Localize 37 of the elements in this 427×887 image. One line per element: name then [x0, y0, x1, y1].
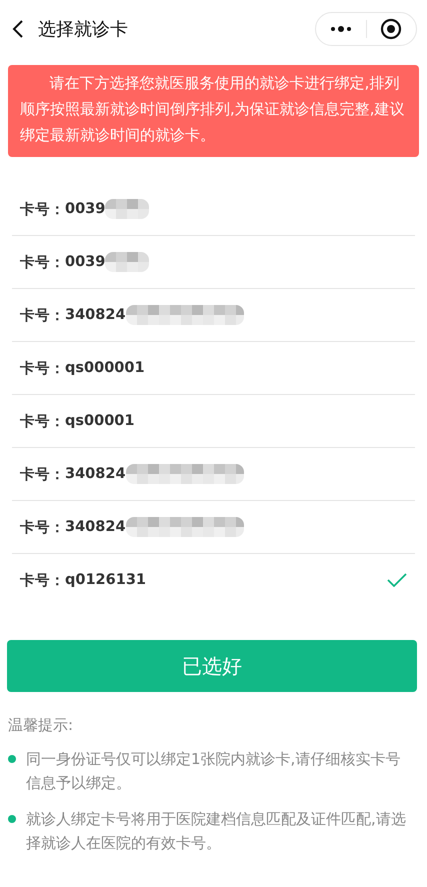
card-row[interactable]: 卡号：340824	[12, 448, 415, 501]
card-number: qs000001	[65, 360, 145, 376]
card-label: 卡号：	[20, 572, 65, 590]
tips-title: 温馨提示:	[8, 716, 74, 735]
notice-banner: 请在下方选择您就医服务使用的就诊卡进行绑定,排列顺序按照最新就诊时间倒序排列,为保证就诊信息完整,建议绑定最新就诊时间的就诊卡。	[8, 65, 419, 157]
tip-text: 同一身份证号仅可以绑定1张院内就诊卡,请仔细核实卡号信息予以绑定。	[26, 749, 402, 794]
card-row[interactable]: 卡号：340824	[12, 289, 415, 342]
blurred-mask	[105, 199, 150, 219]
card-row[interactable]: 卡号：0039	[12, 236, 415, 289]
card-label: 卡号：	[20, 518, 65, 536]
card-label: 卡号：	[20, 306, 65, 324]
card-row[interactable]: 卡号：0039	[12, 183, 415, 236]
card-number: 0039	[65, 254, 106, 270]
check-icon	[387, 573, 407, 587]
card-row[interactable]: 卡号：qs00001	[12, 395, 415, 448]
more-icon	[330, 26, 352, 32]
card-number: 340824	[65, 519, 126, 535]
card-number: q0126131	[65, 572, 146, 588]
card-row[interactable]: 卡号：340824	[12, 501, 415, 554]
blurred-mask	[105, 252, 150, 272]
card-label: 卡号：	[20, 200, 65, 218]
back-icon[interactable]	[12, 19, 24, 39]
bullet-icon	[8, 815, 16, 823]
card-row[interactable]: 卡号：qs000001	[12, 342, 415, 395]
bullet-icon	[8, 755, 16, 763]
card-number: qs00001	[65, 413, 134, 429]
page-title: 选择就诊卡	[38, 18, 129, 41]
card-number: 0039	[65, 201, 106, 217]
card-label: 卡号：	[20, 254, 65, 272]
card-number: 340824	[65, 466, 126, 482]
card-number: 340824	[65, 307, 126, 323]
card-label: 卡号：	[20, 466, 65, 484]
target-icon	[380, 18, 402, 40]
card-label: 卡号：	[20, 360, 65, 378]
tip-text: 就诊人绑定卡号将用于医院建档信息匹配及证件匹配,请选择就诊人在医院的有效卡号。	[26, 809, 407, 854]
card-row[interactable]: 卡号：q0126131	[12, 554, 415, 606]
card-label: 卡号：	[20, 412, 65, 430]
